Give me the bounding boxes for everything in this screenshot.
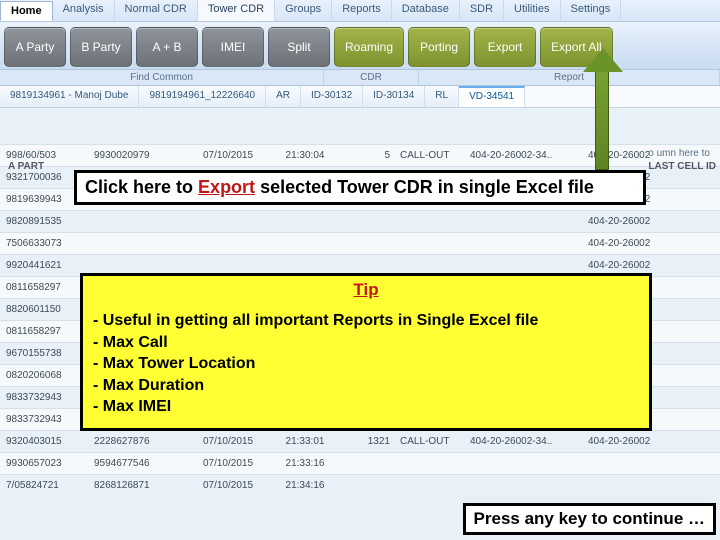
document-tabs: 9819134961 - Manoj Dube9819194961_122266…: [0, 86, 720, 108]
ribbon-group-cdr: CDR: [324, 70, 419, 85]
cell-c2: 404-20-26002: [588, 260, 720, 271]
callout-text: Click here to: [85, 177, 198, 197]
cell-n: 1321: [340, 436, 400, 447]
arrow-up-icon: [583, 48, 623, 72]
cell-b: 2228627876: [94, 436, 186, 447]
ribbon-a-b-button[interactable]: A + B: [136, 27, 198, 67]
ribbon-group-labels: Find Common CDR Report: [0, 70, 720, 86]
cell-ty: CALL-OUT: [400, 150, 470, 161]
cell-d: 07/10/2015: [186, 458, 270, 469]
table-row[interactable]: 9320403015222862787607/10/201521:33:0113…: [0, 430, 720, 452]
cell-d: 07/10/2015: [186, 150, 270, 161]
table-row[interactable]: 7506633073 404-20-26002: [0, 232, 720, 254]
cell-d: 07/10/2015: [186, 436, 270, 447]
tip-title: Tip: [83, 276, 649, 306]
menu-tab-normal-cdr[interactable]: Normal CDR: [115, 0, 198, 21]
table-row[interactable]: 9930657023959467754607/10/201521:33:16: [0, 452, 720, 474]
ribbon-group-report: Report: [419, 70, 720, 85]
doc-tab[interactable]: ID-30134: [363, 86, 425, 107]
tip-line: - Useful in getting all important Report…: [93, 310, 641, 332]
menu-tab-home[interactable]: Home: [0, 1, 53, 21]
doc-tab[interactable]: 9819194961_12226640: [139, 86, 266, 107]
cell-a: 9320403015: [6, 436, 94, 447]
doc-tab[interactable]: RL: [425, 86, 459, 107]
ribbon-b-party-button[interactable]: B Party: [70, 27, 132, 67]
cell-t: 21:33:01: [270, 436, 340, 447]
cell-c2: 404-20-26002: [588, 238, 720, 249]
cell-a: 7/05824721: [6, 480, 94, 491]
menu-tabs: HomeAnalysisNormal CDRTower CDRGroupsRep…: [0, 0, 720, 22]
cell-c1: 404-20-26002-34..: [470, 436, 588, 447]
arrow-shaft: [595, 66, 609, 170]
table-row[interactable]: 9820891535 404-20-26002: [0, 210, 720, 232]
doc-tab[interactable]: AR: [266, 86, 301, 107]
doc-tab[interactable]: VD-34541: [459, 86, 525, 107]
cell-t: 21:30:04: [270, 150, 340, 161]
tip-line: - Max IMEI: [93, 396, 641, 418]
cell-a: 7506633073: [6, 238, 94, 249]
table-row[interactable]: 7/05824721826812687107/10/201521:34:16: [0, 474, 720, 496]
group-hint-text: o umn here to: [648, 148, 710, 159]
doc-tab[interactable]: ID-30132: [301, 86, 363, 107]
tip-box: Tip - Useful in getting all important Re…: [80, 273, 652, 431]
cell-n: 5: [340, 150, 400, 161]
ribbon-split-button[interactable]: Split: [268, 27, 330, 67]
tip-body: - Useful in getting all important Report…: [83, 306, 649, 428]
menu-tab-database[interactable]: Database: [392, 0, 460, 21]
menu-tab-sdr[interactable]: SDR: [460, 0, 504, 21]
tip-line: - Max Call: [93, 332, 641, 354]
tip-line: - Max Duration: [93, 375, 641, 397]
cell-c2: 404-20-26002: [588, 436, 720, 447]
column-header-last-cell[interactable]: LAST CELL ID: [648, 161, 716, 172]
cell-b: 8268126871: [94, 480, 186, 491]
cell-b: 9594677546: [94, 458, 186, 469]
cell-d: 07/10/2015: [186, 480, 270, 491]
ribbon-imei-button[interactable]: IMEI: [202, 27, 264, 67]
callout-text: selected Tower CDR in single Excel file: [255, 177, 594, 197]
menu-tab-tower-cdr[interactable]: Tower CDR: [198, 0, 275, 21]
cell-a: 9920441621: [6, 260, 94, 271]
ribbon-group-find-common: Find Common: [0, 70, 324, 85]
cell-a: 9820891535: [6, 216, 94, 227]
menu-tab-analysis[interactable]: Analysis: [53, 0, 115, 21]
cell-ty: CALL-OUT: [400, 436, 470, 447]
menu-tab-utilities[interactable]: Utilities: [504, 0, 560, 21]
ribbon-export-button[interactable]: Export: [474, 27, 536, 67]
ribbon-porting-button[interactable]: Porting: [408, 27, 470, 67]
cell-c2: 404-20-26002: [588, 216, 720, 227]
menu-tab-reports[interactable]: Reports: [332, 0, 392, 21]
cell-t: 21:33:16: [270, 458, 340, 469]
menu-tab-groups[interactable]: Groups: [275, 0, 332, 21]
callout-export-instruction: Click here to Export selected Tower CDR …: [74, 170, 646, 205]
cell-a: 998/60/503: [6, 150, 94, 161]
tip-line: - Max Tower Location: [93, 353, 641, 375]
ribbon-a-party-button[interactable]: A Party: [4, 27, 66, 67]
cell-b: 9930020979: [94, 150, 186, 161]
cell-a: 9930657023: [6, 458, 94, 469]
cell-t: 21:34:16: [270, 480, 340, 491]
callout-keyword: Export: [198, 177, 255, 197]
menu-tab-settings[interactable]: Settings: [561, 0, 622, 21]
cell-c1: 404-20-26002-34..: [470, 150, 588, 161]
press-any-key: Press any key to continue …: [463, 503, 716, 535]
doc-tab[interactable]: 9819134961 - Manoj Dube: [0, 86, 139, 107]
ribbon-roaming-button[interactable]: Roaming: [334, 27, 404, 67]
